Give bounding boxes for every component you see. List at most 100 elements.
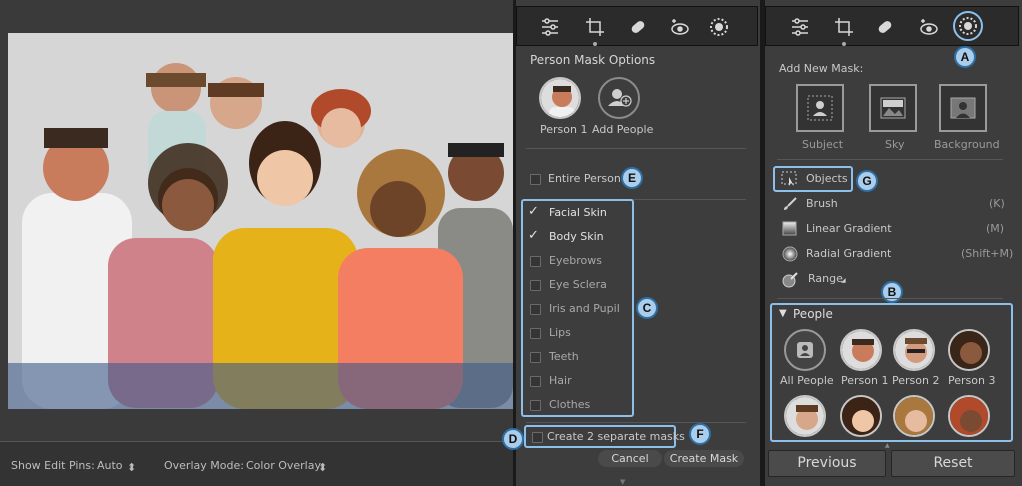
all-people-label: All People (780, 374, 834, 387)
sky-label: Sky (885, 138, 905, 151)
redeye-icon[interactable] (669, 16, 691, 38)
group-photo[interactable] (8, 33, 513, 409)
background-icon (950, 97, 976, 119)
updown-chevron-icon[interactable]: ⬍ (127, 461, 136, 474)
part-checkbox[interactable] (530, 328, 541, 339)
subject-label: Subject (802, 138, 844, 151)
add-people-button[interactable] (598, 77, 640, 119)
person-1-face[interactable] (840, 329, 882, 371)
part-checkbox[interactable] (530, 400, 541, 411)
masking-panel: A Add New Mask: Subject Sky Background O… (765, 0, 1022, 486)
separator (526, 148, 746, 149)
radial-gradient-tool[interactable]: Radial Gradient (806, 247, 891, 260)
radial-gradient-icon[interactable] (782, 246, 798, 262)
people-group-icon (797, 342, 813, 358)
active-dot (593, 42, 597, 46)
radial-gradient-shortcut: (Shift+M) (961, 247, 1014, 260)
masking-icon[interactable] (708, 16, 730, 38)
overlay-mode-select[interactable]: Color Overlay (246, 459, 321, 472)
part-label: Lips (549, 326, 571, 339)
linear-gradient-tool[interactable]: Linear Gradient (806, 222, 892, 235)
entire-person-checkbox[interactable] (530, 174, 541, 185)
part-label: Eyebrows (549, 254, 602, 267)
separator (526, 422, 746, 423)
collapse-triangle-icon[interactable]: ▼ (620, 478, 625, 486)
show-edit-pins-label: Show Edit Pins: (11, 459, 95, 472)
linear-gradient-icon[interactable] (782, 221, 797, 236)
tool-strip (516, 6, 758, 46)
sky-button[interactable] (869, 84, 917, 132)
updown-chevron-icon[interactable]: ⬍ (318, 461, 327, 474)
callout-d: D (502, 428, 524, 450)
redeye-icon[interactable] (918, 16, 940, 38)
part-label: Body Skin (549, 230, 604, 243)
checkmark-icon[interactable]: ✓ (528, 205, 539, 218)
overlay-mode-label: Overlay Mode: (164, 459, 244, 472)
show-edit-pins-select[interactable]: Auto (97, 459, 123, 472)
person-3-face[interactable] (948, 329, 990, 371)
checkmark-icon[interactable]: ✓ (528, 229, 539, 242)
cancel-button[interactable]: Cancel (598, 450, 662, 467)
add-new-mask-label: Add New Mask: (779, 62, 864, 75)
panel-resize-handle-icon[interactable]: ▲ (885, 442, 890, 449)
range-icon[interactable] (781, 271, 799, 289)
create-mask-button[interactable]: Create Mask (664, 450, 744, 467)
part-checkbox[interactable] (530, 352, 541, 363)
range-dropdown-icon[interactable]: ◢ (841, 277, 846, 284)
person-1-thumbnail[interactable] (539, 77, 581, 119)
callout-c: C (636, 297, 658, 319)
linear-gradient-shortcut: (M) (986, 222, 1005, 235)
person-1-label: Person 1 (540, 123, 588, 136)
group-photo-image (8, 33, 513, 409)
person-1-label: Person 1 (841, 374, 889, 387)
part-checkbox[interactable] (530, 376, 541, 387)
part-checkbox[interactable] (530, 256, 541, 267)
person-2-face[interactable] (893, 329, 935, 371)
background-label: Background (934, 138, 1000, 151)
range-tool[interactable]: Range (808, 272, 843, 285)
crop-icon[interactable] (584, 16, 606, 38)
all-people-button[interactable] (784, 329, 826, 371)
callout-g: G (856, 170, 878, 192)
callout-a: A (954, 46, 976, 68)
person-2-label: Person 2 (892, 374, 940, 387)
part-label: Clothes (549, 398, 591, 411)
tool-strip (765, 6, 1019, 46)
separator (777, 159, 1003, 160)
background-button[interactable] (939, 84, 987, 132)
subject-button[interactable] (796, 84, 844, 132)
callout-b: B (881, 281, 903, 303)
part-checkbox[interactable] (530, 280, 541, 291)
sky-icon (880, 97, 906, 119)
bandage-icon[interactable] (627, 16, 649, 38)
separate-masks-checkbox[interactable] (532, 432, 543, 443)
brush-shortcut: (K) (989, 197, 1005, 210)
part-checkbox[interactable] (530, 304, 541, 315)
person-mask-icon (541, 79, 579, 117)
person-mask-title: Person Mask Options (530, 53, 656, 67)
brush-tool[interactable]: Brush (806, 197, 838, 210)
sliders-icon[interactable] (539, 16, 561, 38)
image-canvas-area: Show Edit Pins: Auto ⬍ Overlay Mode: Col… (0, 0, 513, 486)
bandage-icon[interactable] (874, 16, 896, 38)
separate-masks-label: Create 2 separate masks (547, 430, 685, 443)
people-expand-triangle-icon[interactable]: ▼ (779, 308, 787, 319)
objects-tool[interactable]: Objects (806, 172, 848, 185)
add-person-icon (608, 89, 632, 107)
previous-button[interactable]: Previous (768, 450, 886, 477)
person-6-face[interactable] (893, 395, 935, 437)
reset-button[interactable]: Reset (891, 450, 1015, 477)
masking-icon[interactable] (957, 15, 979, 37)
entire-person-label: Entire Person (548, 172, 621, 185)
add-people-label: Add People (592, 123, 654, 136)
person-7-face[interactable] (948, 395, 990, 437)
person-4-face[interactable] (784, 395, 826, 437)
part-label: Hair (549, 374, 572, 387)
person-5-face[interactable] (840, 395, 882, 437)
objects-icon[interactable] (781, 171, 799, 187)
callout-f: F (689, 423, 711, 445)
brush-icon[interactable] (782, 196, 798, 212)
crop-icon[interactable] (833, 16, 855, 38)
sliders-icon[interactable] (789, 16, 811, 38)
bottom-toolbar: Show Edit Pins: Auto ⬍ Overlay Mode: Col… (0, 441, 513, 486)
